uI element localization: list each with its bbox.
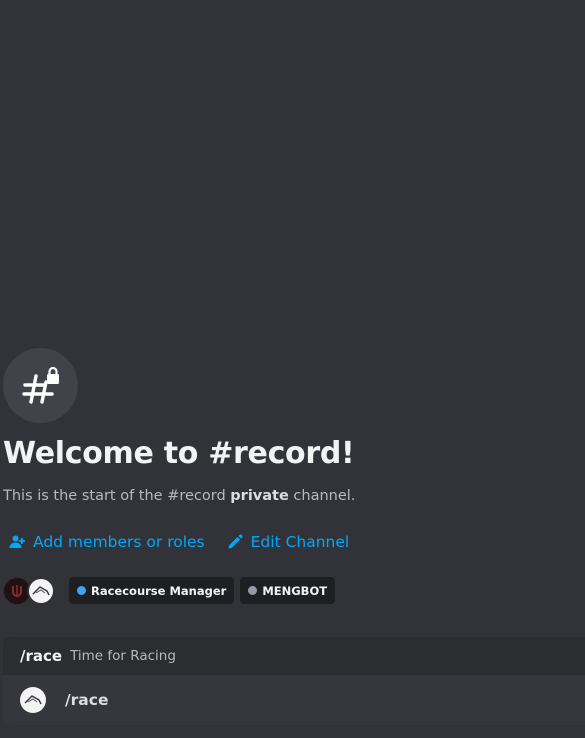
command-description: Time for Racing	[70, 648, 176, 664]
role-label: Racecourse Manager	[91, 583, 227, 598]
command-header: /race Time for Racing	[3, 637, 585, 675]
welcome-description: This is the start of the #record private…	[3, 485, 355, 507]
slash-command-suggestions: /race Time for Racing /race	[3, 637, 585, 725]
chat-area: Welcome to #record! This is the start of…	[0, 0, 585, 738]
member-logo-icon	[12, 584, 22, 597]
role-color-dot	[248, 586, 258, 595]
role-color-dot	[77, 586, 86, 595]
add-person-icon	[9, 534, 25, 550]
channel-actions: Add members or roles Edit Channel	[9, 530, 349, 554]
channel-members: Racecourse Manager MENGBOT	[3, 576, 336, 605]
role-chip-mengbot[interactable]: MENGBOT	[240, 577, 336, 604]
bot-logo-icon	[32, 585, 50, 595]
add-members-button[interactable]: Add members or roles	[9, 530, 205, 554]
welcome-title: Welcome to #record!	[3, 436, 355, 471]
description-private: private	[230, 488, 289, 504]
hashtag-lock-icon	[21, 366, 59, 404]
member-avatar-bot[interactable]	[27, 576, 55, 605]
pencil-icon	[227, 534, 243, 550]
command-name: /race	[20, 647, 63, 665]
channel-icon	[3, 348, 78, 423]
add-members-label: Add members or roles	[33, 533, 205, 551]
command-option-label: /race	[65, 691, 109, 709]
edit-channel-button[interactable]: Edit Channel	[227, 530, 350, 554]
command-option-race[interactable]: /race	[3, 675, 585, 725]
description-suffix: channel.	[288, 488, 356, 504]
edit-channel-label: Edit Channel	[250, 533, 350, 551]
role-chip-racecourse-manager[interactable]: Racecourse Manager	[69, 577, 235, 604]
description-prefix: This is the start of the #record	[3, 488, 231, 504]
role-label: MENGBOT	[262, 583, 328, 598]
bot-avatar-icon	[20, 687, 46, 713]
